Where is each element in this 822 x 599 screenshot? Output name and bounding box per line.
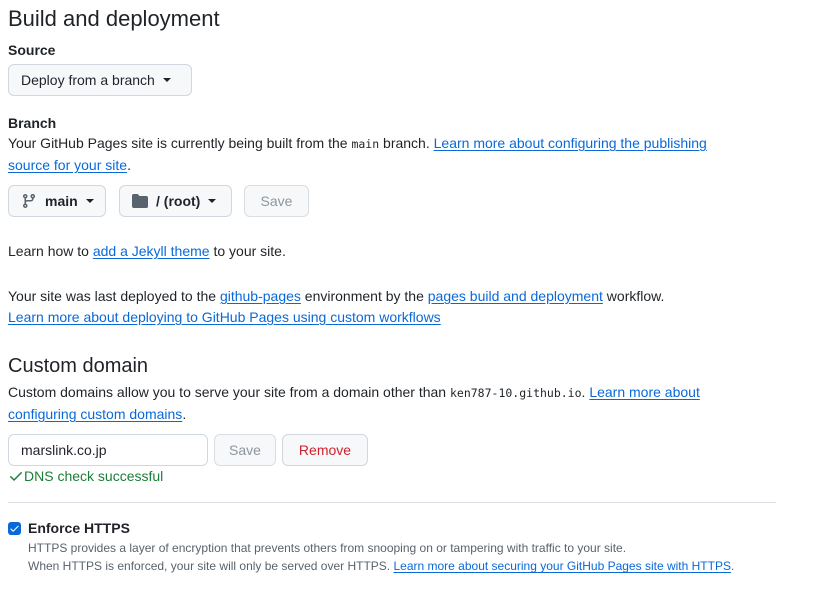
branch-text: Your GitHub Pages site is currently bein… <box>8 135 352 151</box>
domain-remove-button[interactable]: Remove <box>282 434 368 466</box>
triangle-down-icon <box>162 78 171 82</box>
github-pages-env-link[interactable]: github-pages <box>220 288 301 304</box>
branch-description: Your GitHub Pages site is currently bein… <box>8 133 768 176</box>
deployed-info: Your site was last deployed to the githu… <box>8 286 788 328</box>
jekyll-text-after: to your site. <box>209 243 286 259</box>
custom-domain-heading: Custom domain <box>8 355 149 377</box>
custom-workflows-link[interactable]: Learn more about deploying to GitHub Pag… <box>8 309 441 325</box>
https-description-line2: When HTTPS is enforced, your site will o… <box>28 559 394 573</box>
triangle-down-icon <box>208 199 217 203</box>
branch-label: Branch <box>8 115 57 131</box>
domain-save-button[interactable]: Save <box>214 434 276 466</box>
deployed-text-after: workflow. <box>602 288 665 304</box>
section-divider <box>8 502 776 503</box>
git-branch-icon <box>21 193 37 209</box>
custom-domains-link[interactable]: Learn more about <box>589 384 700 400</box>
https-description-line1: HTTPS provides a layer of encryption tha… <box>28 541 627 555</box>
dns-status: DNS check successful <box>8 468 163 484</box>
jekyll-text: Learn how to <box>8 243 93 259</box>
https-period: . <box>730 559 735 573</box>
custom-domain-period: . <box>182 406 187 422</box>
folder-icon <box>132 193 148 209</box>
enforce-https-checkbox[interactable] <box>8 522 21 535</box>
branch-select[interactable]: main <box>8 185 106 217</box>
folder-select[interactable]: / (root) <box>119 185 232 217</box>
jekyll-theme-link[interactable]: add a Jekyll theme <box>93 243 210 259</box>
https-description: HTTPS provides a layer of encryption tha… <box>28 539 808 575</box>
branch-save-button[interactable]: Save <box>244 185 309 217</box>
https-learn-link[interactable]: Learn more about securing your GitHub Pa… <box>393 559 731 573</box>
dns-status-text: DNS check successful <box>24 468 164 484</box>
triangle-down-icon <box>85 199 94 203</box>
custom-domain-description: Custom domains allow you to serve your s… <box>8 382 788 425</box>
custom-domain-input[interactable] <box>8 434 208 466</box>
enforce-https-label[interactable]: Enforce HTTPS <box>28 520 130 536</box>
custom-domains-link-cont[interactable]: configuring custom domains <box>8 406 182 422</box>
pages-domain-code: ken787-10.github.io <box>449 386 582 400</box>
workflow-link[interactable]: pages build and deployment <box>428 288 603 304</box>
publishing-source-link-cont[interactable]: source for your site <box>8 157 127 173</box>
deployed-text-mid: environment by the <box>300 288 428 304</box>
branch-period: . <box>127 157 131 173</box>
source-dropdown-label: Deploy from a branch <box>21 72 155 88</box>
publishing-source-link[interactable]: Learn more about configuring the publish… <box>434 135 707 151</box>
check-icon <box>10 525 19 532</box>
source-label: Source <box>8 42 56 58</box>
folder-select-label: / (root) <box>156 193 201 209</box>
source-dropdown[interactable]: Deploy from a branch <box>8 64 192 96</box>
build-deployment-heading: Build and deployment <box>8 6 220 31</box>
branch-code: main <box>351 137 380 151</box>
branch-select-label: main <box>45 193 78 209</box>
check-icon <box>8 468 24 484</box>
jekyll-line: Learn how to add a Jekyll theme to your … <box>8 241 286 262</box>
deployed-text: Your site was last deployed to the <box>8 288 220 304</box>
branch-text-after: branch. <box>379 135 434 151</box>
custom-domain-text: Custom domains allow you to serve your s… <box>8 384 450 400</box>
